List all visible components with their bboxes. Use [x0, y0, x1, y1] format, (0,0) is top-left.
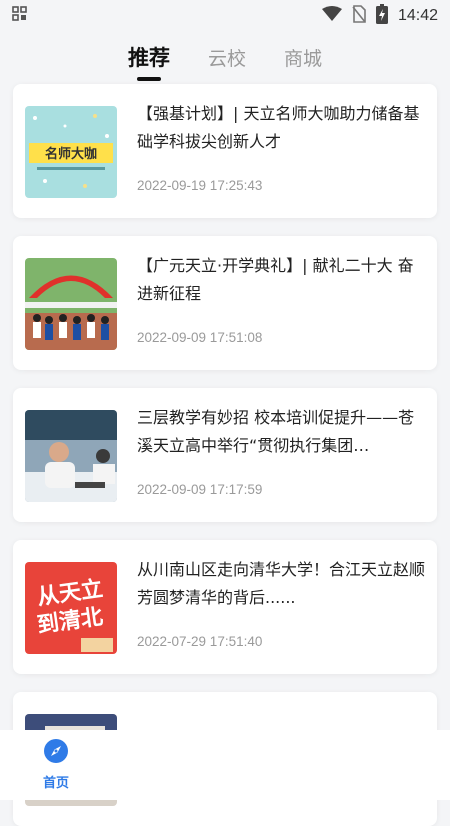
article-card[interactable]: 名师大咖 【强基计划】| 天立名师大咖助力储备基础学科拔尖创新人才 2022-0… — [13, 84, 437, 218]
top-tabs: 推荐 云校 商城 — [0, 32, 450, 82]
article-title: 三层教学有妙招 校本培训促提升——苍溪天立高中举行“贯彻执行集团… — [137, 408, 415, 455]
status-bar: 14:42 — [0, 0, 450, 32]
nav-home-label: 首页 — [42, 776, 69, 791]
no-sim-icon — [352, 5, 366, 27]
article-thumbnail: 从天立 到清北 — [25, 562, 117, 654]
article-title: 【广元天立·开学典礼】| 献礼二十大 奋进新征程 — [137, 256, 414, 303]
bottom-nav: 首页 — [0, 730, 450, 800]
article-date: 2022-09-09 17:51:08 — [137, 330, 263, 345]
article-date: 2022-09-09 17:17:59 — [137, 482, 263, 497]
article-card[interactable]: 三层教学有妙招 校本培训促提升——苍溪天立高中举行“贯彻执行集团… 2022-0… — [13, 388, 437, 522]
battery-icon — [375, 4, 388, 28]
app-grid-icon — [12, 6, 28, 26]
article-thumbnail: 名师大咖 — [25, 106, 117, 198]
article-title: 【强基计划】| 天立名师大咖助力储备基础学科拔尖创新人才 — [137, 104, 420, 151]
tab-mall[interactable]: 商城 — [284, 44, 322, 71]
article-thumbnail — [25, 258, 117, 350]
article-card[interactable]: 从天立 到清北 从川南山区走向清华大学！合江天立赵顺芳圆梦清华的背后......… — [13, 540, 437, 674]
article-thumbnail — [25, 410, 117, 502]
nav-home-button[interactable]: 首页 — [30, 738, 82, 791]
thumbnail-banner-text: 名师大咖 — [45, 146, 97, 162]
tab-recommend[interactable]: 推荐 — [128, 42, 170, 72]
article-date: 2022-07-29 17:51:40 — [137, 634, 263, 649]
article-date: 2022-09-19 17:25:43 — [137, 178, 263, 193]
wifi-icon — [321, 6, 342, 26]
compass-icon — [43, 739, 69, 768]
article-card[interactable]: 【广元天立·开学典礼】| 献礼二十大 奋进新征程 2022-09-09 17:5… — [13, 236, 437, 370]
article-title: 从川南山区走向清华大学！合江天立赵顺芳圆梦清华的背后...... — [137, 560, 425, 607]
tab-cloud-school[interactable]: 云校 — [208, 44, 246, 71]
status-time: 14:42 — [397, 7, 438, 24]
